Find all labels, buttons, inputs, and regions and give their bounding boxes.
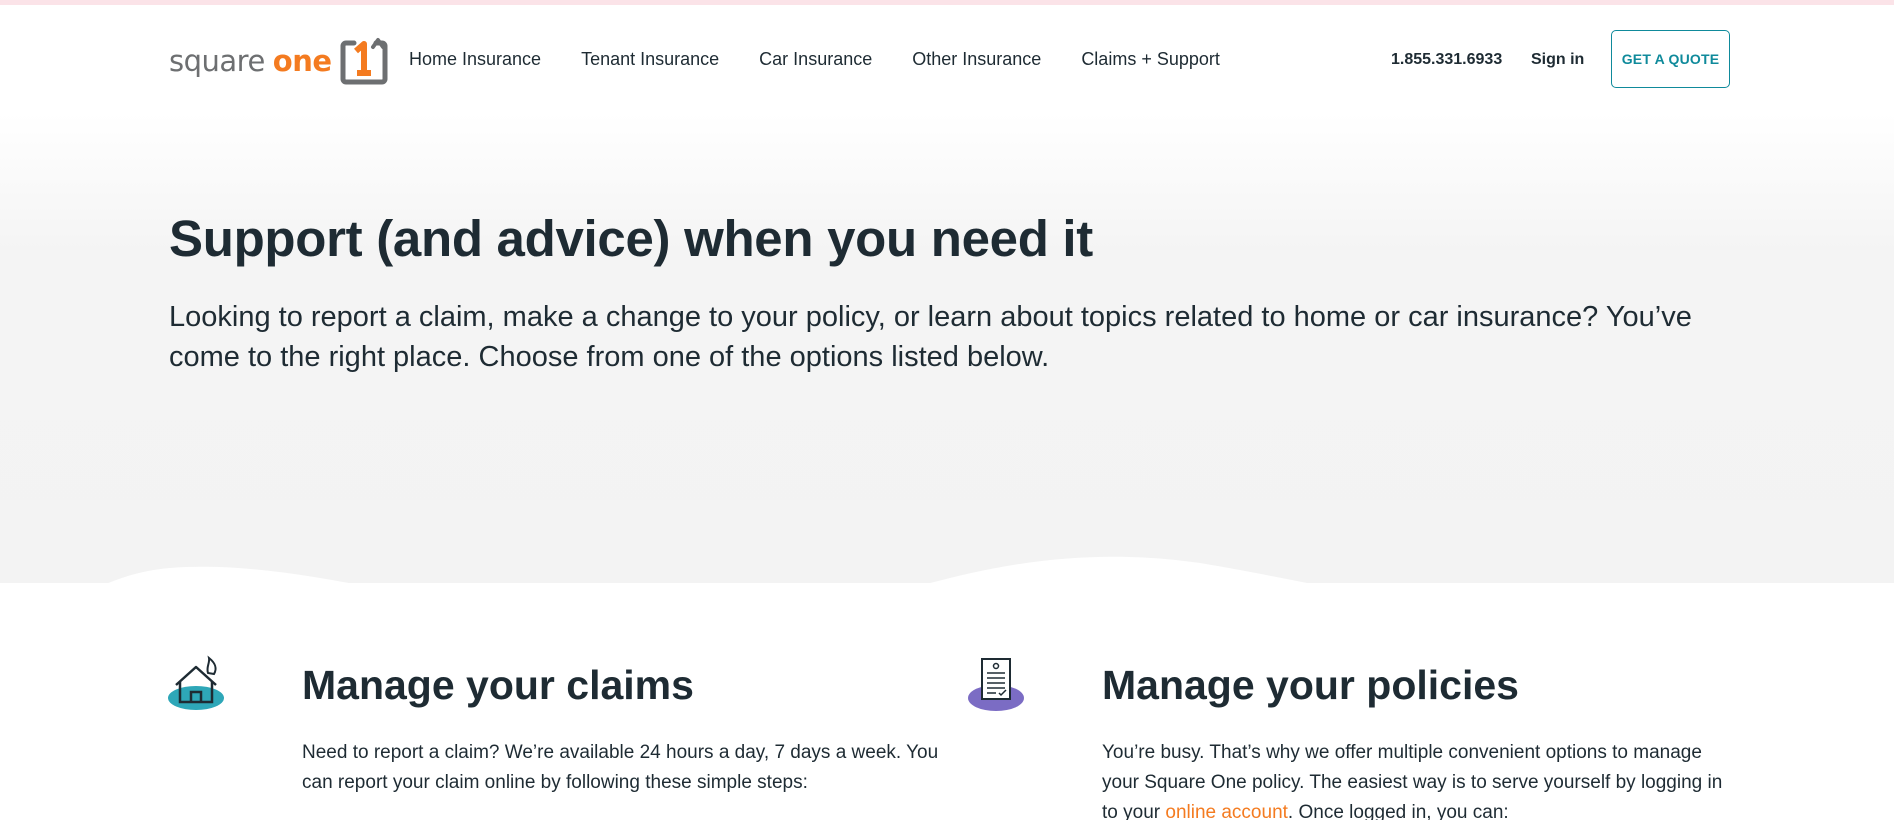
sign-in-link[interactable]: Sign in <box>1531 50 1584 70</box>
logo-square-icon <box>340 38 388 85</box>
nav-car-insurance[interactable]: Car Insurance <box>759 49 872 69</box>
site-header: square one Home Insurance Tenant Insuranc… <box>0 5 1894 113</box>
house-fire-icon <box>168 655 224 710</box>
square-one-logo[interactable]: square one <box>169 34 388 88</box>
claims-title: Manage your claims <box>302 662 694 708</box>
online-account-link[interactable]: online account <box>1165 802 1288 820</box>
policies-title: Manage your policies <box>1102 662 1519 708</box>
main-nav: Home Insurance Tenant Insurance Car Insu… <box>409 49 1260 69</box>
policies-body: You’re busy. That’s why we offer multipl… <box>1102 738 1738 820</box>
nav-home-insurance[interactable]: Home Insurance <box>409 49 541 69</box>
page-title: Support (and advice) when you need it <box>169 210 1093 267</box>
policy-document-icon <box>968 658 1024 711</box>
hero-subtitle: Looking to report a claim, make a change… <box>169 301 1692 373</box>
nav-claims-support[interactable]: Claims + Support <box>1081 49 1220 69</box>
phone-link[interactable]: 1.855.331.6933 <box>1391 50 1502 70</box>
logo-wordmark: square one <box>169 43 332 78</box>
claims-body: Need to report a claim? We’re available … <box>302 742 939 793</box>
hero-section: Support (and advice) when you need it Lo… <box>0 113 1894 723</box>
get-a-quote-button[interactable]: GET A QUOTE <box>1611 30 1730 88</box>
nav-tenant-insurance[interactable]: Tenant Insurance <box>581 49 719 69</box>
decorative-wave <box>0 556 1894 723</box>
nav-other-insurance[interactable]: Other Insurance <box>912 49 1041 69</box>
